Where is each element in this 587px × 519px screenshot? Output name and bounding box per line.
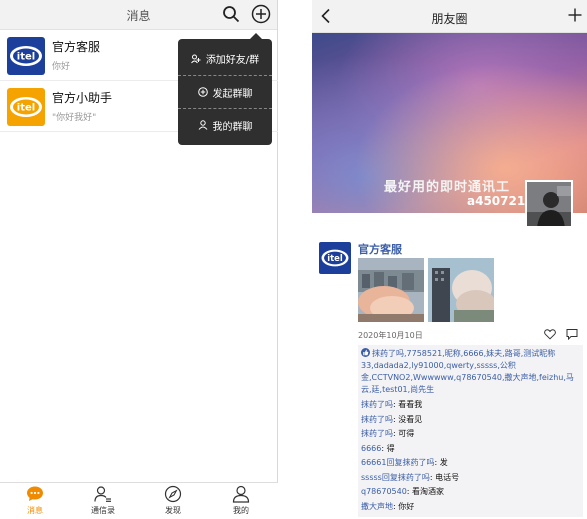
screenshot-root: 消息 itel 官方客服 你好 itel 官方小助手 "你好我好" 添加好友/群…	[0, 0, 587, 519]
menu-item-label: 添加好友/群	[205, 55, 260, 66]
tab-label: 通信录	[91, 506, 115, 515]
thumbs-up-icon	[361, 348, 370, 357]
likes-list: 抹药了吗,7758521,昵称,6666,妹夫,路哥,测试昵称33,dadada…	[361, 348, 580, 398]
comment-item[interactable]: 抹药了吗: 可得	[361, 427, 580, 442]
comment-item[interactable]: 6666: 得	[361, 442, 580, 457]
conversation-preview: "你好我好"	[52, 113, 97, 123]
comment-author[interactable]: sssss回复抹药了吗	[361, 473, 430, 482]
post-author[interactable]: 官方客服	[358, 241, 402, 257]
svg-text:itel: itel	[327, 253, 343, 263]
comment-text: 得	[386, 443, 395, 453]
comment-author[interactable]: q78670540	[361, 487, 407, 496]
menu-item-my-groups[interactable]: 我的群聊	[178, 108, 272, 141]
comment-item[interactable]: q78670540: 看淘酒家	[361, 485, 580, 500]
comment-text: 看看我	[398, 400, 423, 409]
comment-text: 看淘酒家	[412, 487, 445, 496]
comment-text: 电话号	[435, 472, 460, 482]
profile-avatar[interactable]	[525, 180, 573, 228]
tab-messages[interactable]: 消息	[5, 485, 65, 516]
plus-icon[interactable]	[568, 8, 582, 22]
menu-item-start-chat[interactable]: 发起群聊	[178, 75, 272, 108]
comment-item[interactable]: 抹药了吗: 没看见	[361, 413, 580, 428]
menu-item-label: 我的群聊	[212, 121, 253, 133]
comment-text: 没看见	[398, 414, 423, 424]
comment-author[interactable]: 抹药了吗	[361, 415, 393, 424]
itel-logo-avatar: itel	[7, 88, 45, 126]
comment-text: 可得	[398, 429, 415, 438]
conversation-preview: 你好	[52, 62, 71, 72]
cover-slogan: 最好用的即时通讯工	[384, 180, 511, 195]
compass-icon	[164, 485, 182, 503]
moments-header: 朋友圈	[312, 0, 587, 33]
conversation-name: 官方客服	[52, 40, 101, 54]
add-menu-popup: 添加好友/群 发起群聊 我的群聊	[178, 33, 272, 145]
start-chat-icon	[197, 87, 208, 97]
user-icon	[232, 485, 250, 503]
comment-item[interactable]: sssss回复抹药了吗: 电话号	[361, 471, 580, 486]
tab-discover[interactable]: 发现	[143, 485, 203, 516]
svg-text:itel: itel	[17, 103, 35, 114]
comment-item[interactable]: 66661回复抹药了吗: 发	[361, 456, 580, 471]
contacts-icon	[94, 486, 111, 502]
cover-username: a450721	[467, 194, 526, 208]
moments-screen: 朋友圈 最好用的即时通讯工 a450721 itel 官方客服 2020年10月…	[312, 0, 587, 519]
comment-text: 发	[439, 458, 448, 467]
menu-item-label: 发起群聊	[212, 88, 253, 100]
comment-author[interactable]: 6666	[361, 444, 381, 453]
add-circle-icon[interactable]	[251, 4, 271, 24]
comment-item[interactable]: 撒大声地: 你好	[361, 500, 580, 515]
tab-me[interactable]: 我的	[211, 485, 271, 516]
post-photo[interactable]	[428, 258, 494, 322]
post-photo[interactable]	[358, 258, 424, 322]
svg-text:itel: itel	[17, 52, 35, 63]
itel-logo-avatar[interactable]: itel	[319, 242, 351, 274]
comment-text: 你好	[398, 501, 415, 511]
heart-icon[interactable]	[544, 328, 556, 340]
tab-label: 消息	[27, 506, 43, 515]
comment-icon[interactable]	[566, 328, 578, 340]
messages-header: 消息	[0, 0, 277, 30]
post-date: 2020年10月10日	[358, 331, 423, 340]
comment-item[interactable]: 抹药了吗: 看看我	[361, 398, 580, 413]
menu-item-add-friend[interactable]: 添加好友/群	[178, 42, 272, 75]
itel-logo-avatar: itel	[7, 37, 45, 75]
comment-author[interactable]: 抹药了吗	[361, 429, 393, 438]
tab-label: 发现	[165, 506, 181, 515]
bottom-tab-bar: 消息 通信录 发现 我的	[0, 482, 278, 519]
likes-text: 抹药了吗,7758521,昵称,6666,妹夫,路哥,测试昵称33,dadada…	[361, 349, 574, 394]
tab-contacts[interactable]: 通信录	[73, 485, 133, 516]
my-groups-icon	[198, 120, 207, 130]
add-friend-icon	[190, 54, 201, 63]
comments-panel: 抹药了吗,7758521,昵称,6666,妹夫,路哥,测试昵称33,dadada…	[358, 345, 583, 517]
chat-bubble-icon	[27, 486, 43, 501]
search-icon[interactable]	[222, 5, 240, 23]
tab-label: 我的	[233, 506, 249, 515]
comment-author[interactable]: 撒大声地	[361, 502, 393, 511]
comment-author[interactable]: 抹药了吗	[361, 400, 393, 409]
page-title: 朋友圈	[431, 12, 468, 26]
comment-author[interactable]: 66661回复抹药了吗	[361, 458, 434, 467]
conversation-name: 官方小助手	[52, 91, 113, 105]
messages-screen: 消息 itel 官方客服 你好 itel 官方小助手 "你好我好" 添加好友/群…	[0, 0, 278, 519]
